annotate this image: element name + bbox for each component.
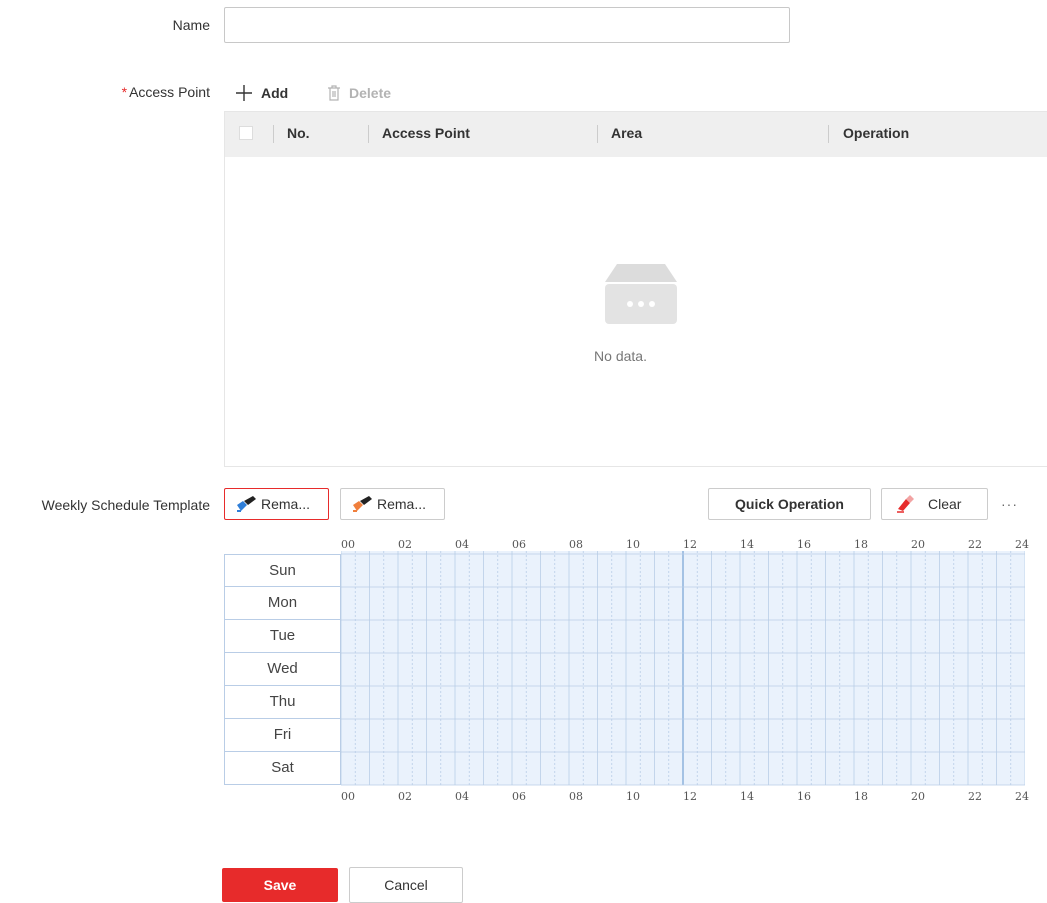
top-hour-label: 00 bbox=[341, 538, 355, 551]
bottom-hour-label: 22 bbox=[968, 790, 982, 803]
column-divider bbox=[273, 125, 274, 143]
bottom-hour-label: 18 bbox=[854, 790, 868, 803]
column-divider bbox=[597, 125, 598, 143]
top-hour-label: 14 bbox=[740, 538, 754, 551]
eraser-icon bbox=[896, 495, 916, 513]
top-hour-label: 12 bbox=[683, 538, 697, 551]
clear-button[interactable]: Clear bbox=[881, 488, 988, 520]
bottom-hour-label: 24 bbox=[1015, 790, 1029, 803]
top-hour-label: 20 bbox=[911, 538, 925, 551]
save-button[interactable]: Save bbox=[222, 868, 338, 902]
required-asterisk: * bbox=[121, 84, 128, 100]
delete-button-label: Delete bbox=[349, 85, 392, 101]
column-divider bbox=[828, 125, 829, 143]
empty-box-icon bbox=[603, 262, 679, 329]
clear-button-label: Clear bbox=[928, 496, 962, 512]
bottom-hour-label: 00 bbox=[341, 790, 355, 803]
top-hour-label: 16 bbox=[797, 538, 811, 551]
bottom-hour-label: 20 bbox=[911, 790, 925, 803]
quick-operation-label: Quick Operation bbox=[735, 496, 844, 512]
top-hour-label: 24 bbox=[1015, 538, 1029, 551]
top-hour-label: 10 bbox=[626, 538, 640, 551]
top-hour-label: 18 bbox=[854, 538, 868, 551]
column-header-access-point[interactable]: Access Point bbox=[382, 112, 470, 157]
empty-state-text: No data. bbox=[594, 348, 647, 364]
plus-icon bbox=[235, 84, 253, 102]
day-label-sat: Sat bbox=[224, 752, 341, 785]
template-button-2-label: Rema... bbox=[377, 496, 427, 512]
bottom-hour-label: 14 bbox=[740, 790, 754, 803]
bottom-hour-label: 04 bbox=[455, 790, 469, 803]
delete-button[interactable]: Delete bbox=[327, 82, 391, 104]
top-hour-label: 02 bbox=[398, 538, 412, 551]
top-hour-label: 22 bbox=[968, 538, 982, 551]
day-label-thu: Thu bbox=[224, 686, 341, 719]
access-point-label: * Access Point bbox=[122, 84, 210, 100]
brush-orange-icon bbox=[351, 495, 373, 513]
add-button-label: Add bbox=[261, 85, 289, 101]
template-button-1[interactable]: Rema... bbox=[224, 488, 329, 520]
name-label: Name bbox=[172, 17, 210, 33]
bottom-hour-label: 16 bbox=[797, 790, 811, 803]
day-label-fri: Fri bbox=[224, 719, 341, 752]
trash-icon bbox=[327, 85, 341, 101]
day-label-sun: Sun bbox=[224, 554, 341, 587]
bottom-hour-label: 06 bbox=[512, 790, 526, 803]
schedule-grid[interactable] bbox=[341, 551, 1025, 788]
name-input[interactable] bbox=[224, 7, 790, 43]
more-options-button[interactable]: ··· bbox=[1001, 496, 1018, 512]
access-point-label-text: Access Point bbox=[129, 84, 210, 100]
table-header: No. Access Point Area Operation bbox=[225, 112, 1047, 157]
access-point-table: No. Access Point Area Operation No data. bbox=[224, 111, 1047, 467]
bottom-hour-label: 10 bbox=[626, 790, 640, 803]
top-hour-label: 08 bbox=[569, 538, 583, 551]
schedule-label: Weekly Schedule Template bbox=[41, 497, 210, 513]
template-button-2[interactable]: Rema... bbox=[340, 488, 445, 520]
day-label-mon: Mon bbox=[224, 587, 341, 620]
quick-operation-button[interactable]: Quick Operation bbox=[708, 488, 871, 520]
top-hour-label: 04 bbox=[455, 538, 469, 551]
column-header-operation[interactable]: Operation bbox=[843, 112, 909, 157]
template-button-1-label: Rema... bbox=[261, 496, 311, 512]
bottom-hour-label: 02 bbox=[398, 790, 412, 803]
column-header-no[interactable]: No. bbox=[287, 112, 310, 157]
column-header-area[interactable]: Area bbox=[611, 112, 642, 157]
brush-blue-icon bbox=[235, 495, 257, 513]
top-hour-label: 06 bbox=[512, 538, 526, 551]
bottom-hour-label: 08 bbox=[569, 790, 583, 803]
day-label-wed: Wed bbox=[224, 653, 341, 686]
bottom-hour-label: 12 bbox=[683, 790, 697, 803]
cancel-button[interactable]: Cancel bbox=[349, 867, 463, 903]
add-button[interactable]: Add bbox=[235, 82, 288, 104]
day-label-tue: Tue bbox=[224, 620, 341, 653]
column-divider bbox=[368, 125, 369, 143]
select-all-checkbox[interactable] bbox=[239, 126, 253, 140]
